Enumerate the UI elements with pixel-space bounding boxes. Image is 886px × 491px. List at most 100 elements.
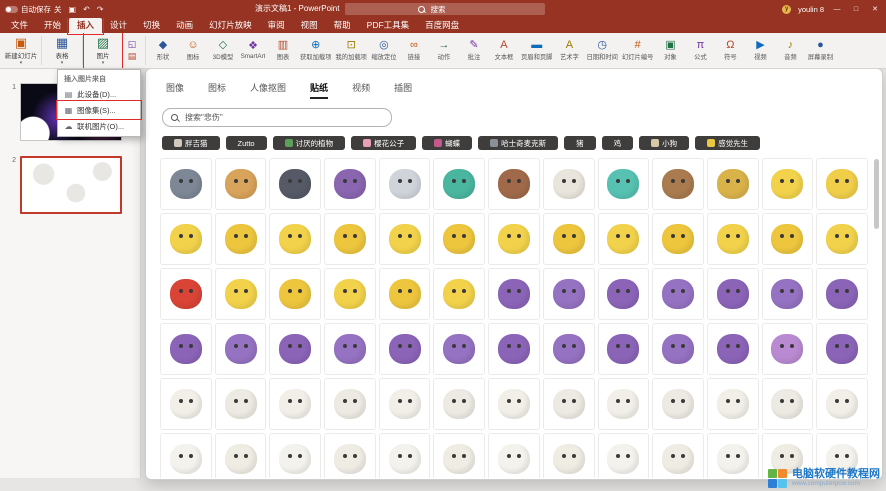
sticker-bee-and-purple-character-stickers-4[interactable] [324,268,376,320]
sticker-rooster-stickers-10[interactable] [652,433,704,478]
chip-讨厌的植物[interactable]: 讨厌的植物 [273,136,346,150]
dialog-scrollbar[interactable] [874,159,879,471]
dialog-tab-人像抠图[interactable]: 人像抠图 [250,81,286,99]
sticker-rooster-stickers-1[interactable] [160,433,212,478]
sticker-bee-and-purple-character-stickers-13[interactable] [816,268,868,320]
dialog-tab-视频[interactable]: 视频 [352,81,370,99]
ribbon-tab-PDF工具集[interactable]: PDF工具集 [359,18,418,33]
sticker-bee-and-purple-character-stickers-3[interactable] [269,268,321,320]
ribbon-button-zoom-links[interactable]: ◎缩放定位 [369,33,399,68]
ribbon-button-wordart[interactable]: A艺术字 [554,33,584,68]
sticker-white-cat-stickers-9[interactable] [598,378,650,430]
menu-item-stock-images[interactable]: ▦图像集(S)... [58,102,140,118]
sticker-white-cat-stickers-6[interactable] [433,378,485,430]
sticker-purple-character-stickers-13[interactable] [816,323,868,375]
sticker-white-cat-stickers-10[interactable] [652,378,704,430]
ribbon-tab-审阅[interactable]: 审阅 [260,18,293,33]
ribbon-button-link[interactable]: ∞链接 [399,33,429,68]
save-icon[interactable]: ▣ [69,5,77,14]
sticker-pirate-stickers-4[interactable] [324,158,376,210]
sticker-white-cat-stickers-3[interactable] [269,378,321,430]
sticker-white-cat-stickers-11[interactable] [707,378,759,430]
sticker-purple-character-stickers-2[interactable] [215,323,267,375]
chip-猪[interactable]: 猪 [564,136,596,150]
sticker-bee-and-purple-character-stickers-7[interactable] [488,268,540,320]
chip-Zutto[interactable]: Zutto [226,136,267,150]
chip-感觉先生[interactable]: 感觉先生 [695,136,760,150]
sticker-rooster-stickers-6[interactable] [433,433,485,478]
sticker-rooster-stickers-7[interactable] [488,433,540,478]
slide-thumbnail-2-selected[interactable] [20,156,122,214]
sticker-bee-stickers-11[interactable] [707,213,759,265]
table-button[interactable]: ▦ 表格 ▾ [44,33,80,68]
ribbon-tab-插入[interactable]: 插入 [69,18,102,33]
sticker-purple-character-stickers-12[interactable] [762,323,814,375]
sticker-white-cat-stickers-7[interactable] [488,378,540,430]
dialog-tab-图像[interactable]: 图像 [166,81,184,99]
sticker-rooster-stickers-3[interactable] [269,433,321,478]
sticker-rooster-stickers-2[interactable] [215,433,267,478]
chip-小狗[interactable]: 小狗 [639,136,689,150]
sticker-bee-stickers-3[interactable] [269,213,321,265]
sticker-bee-and-purple-character-stickers-9[interactable] [598,268,650,320]
sticker-bee-stickers-7[interactable] [488,213,540,265]
titlebar-search[interactable] [345,3,545,15]
ribbon-button-text-box[interactable]: A文本框 [489,33,519,68]
sticker-bee-stickers-10[interactable] [652,213,704,265]
ribbon-button-audio[interactable]: ♪音频 [775,33,805,68]
sticker-bee-and-purple-character-stickers-6[interactable] [433,268,485,320]
sticker-bee-stickers-2[interactable] [215,213,267,265]
titlebar-search-input[interactable] [429,4,473,15]
menu-item-this-device[interactable]: ▤此设备(D)... [58,86,140,102]
sticker-purple-character-stickers-11[interactable] [707,323,759,375]
ribbon-tab-设计[interactable]: 设计 [102,18,135,33]
scrollbar-thumb[interactable] [874,159,879,229]
sticker-purple-character-stickers-5[interactable] [379,323,431,375]
ribbon-tab-文件[interactable]: 文件 [3,18,36,33]
sticker-white-cat-stickers-4[interactable] [324,378,376,430]
ribbon-tab-视图[interactable]: 视图 [293,18,326,33]
undo-icon[interactable]: ↶ [83,5,90,14]
sticker-rooster-stickers-9[interactable] [598,433,650,478]
redo-icon[interactable]: ↷ [97,5,104,14]
sticker-bee-stickers-4[interactable] [324,213,376,265]
dialog-search[interactable] [162,108,392,127]
sticker-white-cat-stickers-13[interactable] [816,378,868,430]
ribbon-button-icons[interactable]: ☺图标 [178,33,208,68]
ribbon-button-shapes[interactable]: ◆形状 [148,33,178,68]
ribbon-tab-动画[interactable]: 动画 [168,18,201,33]
sticker-rooster-stickers-11[interactable] [707,433,759,478]
ribbon-tab-幻灯片放映[interactable]: 幻灯片放映 [201,18,260,33]
ribbon-button-comment[interactable]: ✎批注 [459,33,489,68]
ribbon-button-equation[interactable]: π公式 [685,33,715,68]
sticker-purple-character-stickers-1[interactable] [160,323,212,375]
sticker-bee-stickers-9[interactable] [598,213,650,265]
dialog-tab-贴纸[interactable]: 贴纸 [310,81,328,99]
sticker-pirate-stickers-5[interactable] [379,158,431,210]
sticker-pirate-stickers-9[interactable] [598,158,650,210]
sticker-purple-character-stickers-10[interactable] [652,323,704,375]
screenshot-button[interactable]: ◱ [128,40,137,49]
ribbon-tab-切换[interactable]: 切换 [135,18,168,33]
ribbon-tab-百度网盘[interactable]: 百度网盘 [417,18,467,33]
sticker-bee-stickers-13[interactable] [816,213,868,265]
maximize-button[interactable]: □ [850,6,862,13]
chip-鸡[interactable]: 鸡 [602,136,634,150]
picture-button[interactable]: ▨ 图片 ▾ [85,33,121,68]
ribbon-button-get-addins[interactable]: ⊕获取加载项 [298,33,333,68]
photo-album-button[interactable]: ▤ [128,52,137,61]
ribbon-tab-开始[interactable]: 开始 [36,18,69,33]
sticker-purple-character-stickers-8[interactable] [543,323,595,375]
sticker-rooster-stickers-8[interactable] [543,433,595,478]
dialog-search-input[interactable] [183,112,357,123]
ribbon-button-screen-recording[interactable]: ●屏幕录制 [805,33,835,68]
sticker-purple-character-stickers-4[interactable] [324,323,376,375]
sticker-pirate-stickers-3[interactable] [269,158,321,210]
sticker-pirate-stickers-10[interactable] [652,158,704,210]
ribbon-button-header-footer[interactable]: ▬页眉和页脚 [519,33,554,68]
ribbon-button-action[interactable]: →动作 [429,33,459,68]
sticker-white-cat-stickers-12[interactable] [762,378,814,430]
chip-蝴蝶[interactable]: 蝴蝶 [422,136,472,150]
sticker-bee-stickers-1[interactable] [160,213,212,265]
menu-item-online-pictures[interactable]: ☁联机图片(O)... [58,118,140,134]
